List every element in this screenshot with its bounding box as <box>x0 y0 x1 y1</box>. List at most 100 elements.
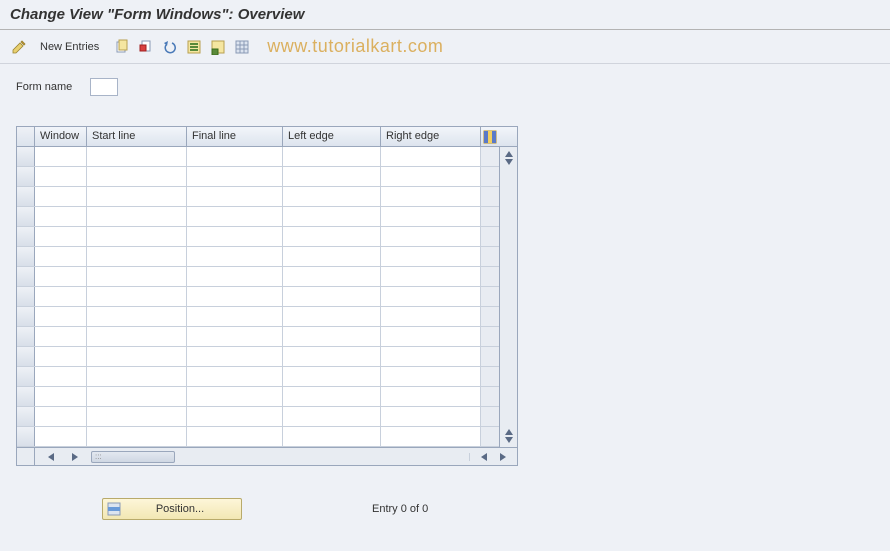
cell-start-line[interactable] <box>87 387 187 406</box>
cell-window[interactable] <box>35 167 87 186</box>
table-row[interactable] <box>17 187 499 207</box>
cell-final-line[interactable] <box>187 267 283 286</box>
hscroll-thumb[interactable]: ::: <box>91 451 175 463</box>
cell-left-edge[interactable] <box>283 407 381 426</box>
cell-window[interactable] <box>35 267 87 286</box>
cell-window[interactable] <box>35 427 87 446</box>
column-header-start-line[interactable]: Start line <box>87 127 187 146</box>
row-handle[interactable] <box>17 327 35 346</box>
cell-window[interactable] <box>35 227 87 246</box>
cell-right-edge[interactable] <box>381 147 481 166</box>
table-row[interactable] <box>17 227 499 247</box>
position-button[interactable]: Position... <box>102 498 242 520</box>
row-handle[interactable] <box>17 387 35 406</box>
table-row[interactable] <box>17 367 499 387</box>
cell-final-line[interactable] <box>187 307 283 326</box>
cell-start-line[interactable] <box>87 347 187 366</box>
cell-window[interactable] <box>35 407 87 426</box>
cell-final-line[interactable] <box>187 187 283 206</box>
form-name-input[interactable] <box>90 78 118 96</box>
cell-start-line[interactable] <box>87 207 187 226</box>
cell-final-line[interactable] <box>187 327 283 346</box>
hscroll-step-right-icon[interactable] <box>72 453 78 461</box>
cell-window[interactable] <box>35 327 87 346</box>
cell-right-edge[interactable] <box>381 167 481 186</box>
cell-window[interactable] <box>35 287 87 306</box>
cell-left-edge[interactable] <box>283 367 381 386</box>
cell-final-line[interactable] <box>187 167 283 186</box>
cell-right-edge[interactable] <box>381 327 481 346</box>
cell-start-line[interactable] <box>87 187 187 206</box>
cell-final-line[interactable] <box>187 387 283 406</box>
configure-columns-button[interactable] <box>481 127 499 146</box>
row-handle[interactable] <box>17 307 35 326</box>
horizontal-scrollbar[interactable]: ::: <box>17 447 517 465</box>
cell-left-edge[interactable] <box>283 187 381 206</box>
column-header-left-edge[interactable]: Left edge <box>283 127 381 146</box>
table-row[interactable] <box>17 147 499 167</box>
cell-left-edge[interactable] <box>283 227 381 246</box>
table-row[interactable] <box>17 407 499 427</box>
cell-final-line[interactable] <box>187 287 283 306</box>
cell-start-line[interactable] <box>87 147 187 166</box>
table-row[interactable] <box>17 267 499 287</box>
deselect-all-icon[interactable] <box>209 38 227 56</box>
cell-start-line[interactable] <box>87 327 187 346</box>
new-entries-button[interactable]: New Entries <box>34 39 105 55</box>
hscroll-step-left-icon[interactable] <box>481 453 487 461</box>
row-handle[interactable] <box>17 427 35 446</box>
column-header-final-line[interactable]: Final line <box>187 127 283 146</box>
cell-right-edge[interactable] <box>381 387 481 406</box>
row-handle[interactable] <box>17 207 35 226</box>
cell-window[interactable] <box>35 207 87 226</box>
row-handle[interactable] <box>17 407 35 426</box>
column-header-window[interactable]: Window <box>35 127 87 146</box>
scroll-up-icon[interactable] <box>505 151 513 157</box>
cell-left-edge[interactable] <box>283 207 381 226</box>
cell-window[interactable] <box>35 347 87 366</box>
cell-left-edge[interactable] <box>283 427 381 446</box>
table-settings-icon[interactable] <box>233 38 251 56</box>
cell-left-edge[interactable] <box>283 287 381 306</box>
cell-left-edge[interactable] <box>283 327 381 346</box>
cell-final-line[interactable] <box>187 427 283 446</box>
row-handle[interactable] <box>17 367 35 386</box>
table-row[interactable] <box>17 247 499 267</box>
cell-start-line[interactable] <box>87 227 187 246</box>
table-row[interactable] <box>17 347 499 367</box>
table-row[interactable] <box>17 307 499 327</box>
cell-left-edge[interactable] <box>283 347 381 366</box>
select-all-handle[interactable] <box>17 127 35 146</box>
cell-right-edge[interactable] <box>381 227 481 246</box>
cell-right-edge[interactable] <box>381 247 481 266</box>
table-row[interactable] <box>17 427 499 447</box>
cell-final-line[interactable] <box>187 247 283 266</box>
cell-right-edge[interactable] <box>381 367 481 386</box>
cell-start-line[interactable] <box>87 247 187 266</box>
hscroll-first-icon[interactable] <box>48 453 54 461</box>
cell-final-line[interactable] <box>187 207 283 226</box>
row-handle[interactable] <box>17 227 35 246</box>
table-row[interactable] <box>17 287 499 307</box>
cell-start-line[interactable] <box>87 167 187 186</box>
cell-final-line[interactable] <box>187 147 283 166</box>
table-row[interactable] <box>17 167 499 187</box>
cell-start-line[interactable] <box>87 287 187 306</box>
cell-final-line[interactable] <box>187 227 283 246</box>
cell-window[interactable] <box>35 387 87 406</box>
row-handle[interactable] <box>17 347 35 366</box>
undo-icon[interactable] <box>161 38 179 56</box>
cell-left-edge[interactable] <box>283 167 381 186</box>
select-all-icon[interactable] <box>185 38 203 56</box>
cell-right-edge[interactable] <box>381 427 481 446</box>
cell-left-edge[interactable] <box>283 147 381 166</box>
row-handle[interactable] <box>17 267 35 286</box>
cell-window[interactable] <box>35 247 87 266</box>
cell-right-edge[interactable] <box>381 347 481 366</box>
row-handle[interactable] <box>17 287 35 306</box>
delete-icon[interactable] <box>137 38 155 56</box>
table-row[interactable] <box>17 327 499 347</box>
cell-right-edge[interactable] <box>381 307 481 326</box>
cell-right-edge[interactable] <box>381 267 481 286</box>
cell-right-edge[interactable] <box>381 407 481 426</box>
